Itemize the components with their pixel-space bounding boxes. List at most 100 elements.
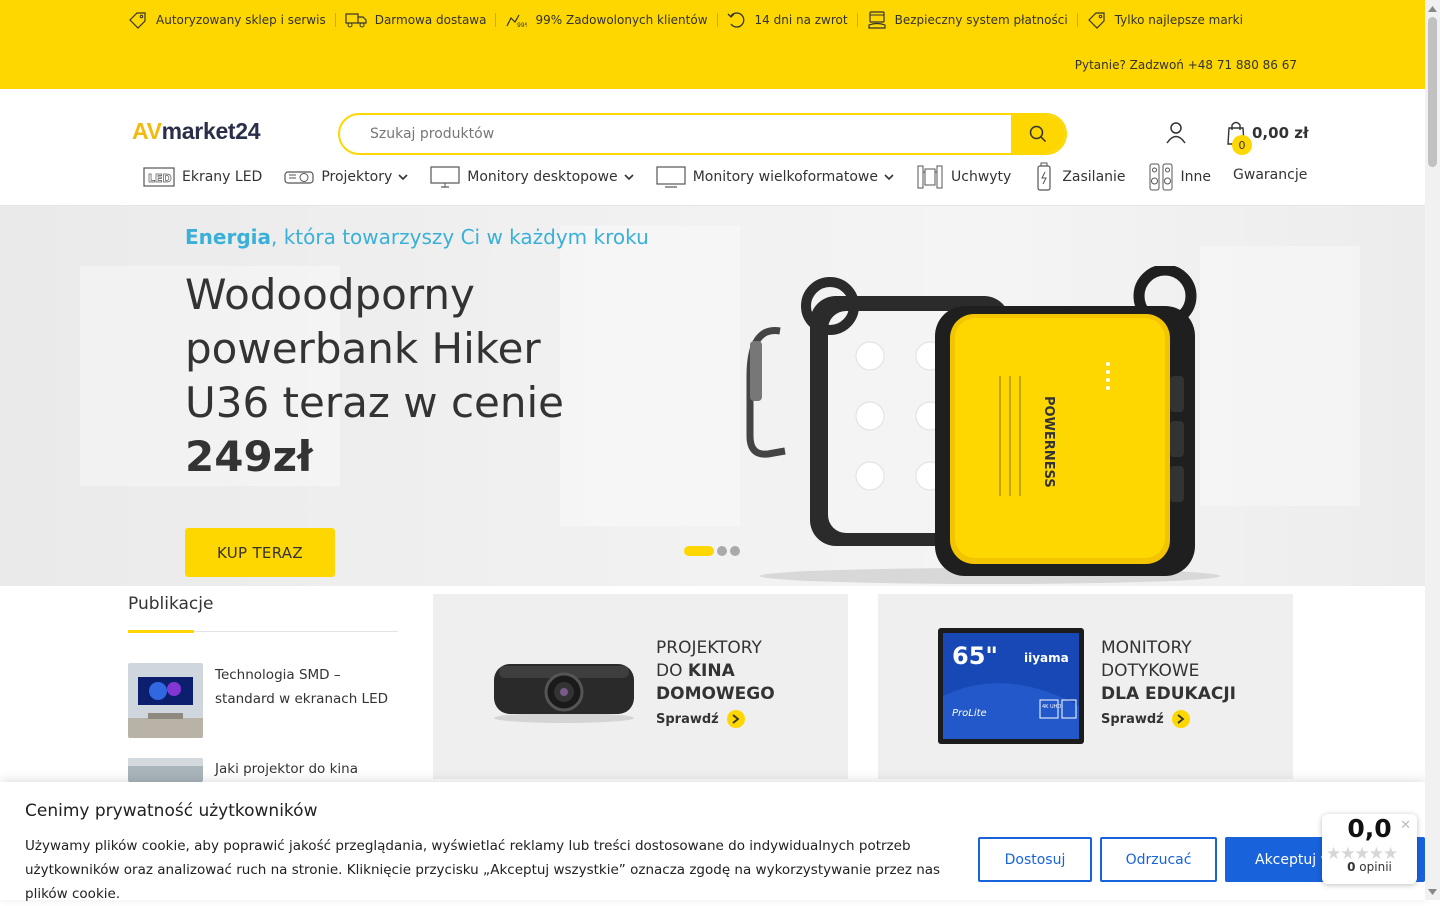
publication-item[interactable]: Technologia SMD – standard w ekranach LE… bbox=[128, 663, 400, 738]
usp-delivery: Darmowa dostawa bbox=[345, 12, 487, 28]
nav-label: Zasilanie bbox=[1062, 169, 1126, 185]
close-icon[interactable]: ✕ bbox=[1400, 818, 1411, 833]
hero-subtitle-rest: , która towarzyszy Ci w każdym kroku bbox=[271, 225, 649, 249]
cart-count-badge: 0 bbox=[1232, 135, 1252, 155]
nav-item-ekrany-led[interactable]: LED Ekrany LED bbox=[143, 166, 262, 188]
nav-item-projektory[interactable]: Projektory bbox=[284, 167, 408, 187]
battery-icon bbox=[1037, 162, 1051, 191]
phone-contact-link[interactable]: Pytanie? Zadzwoń +48 71 880 86 67 bbox=[1075, 58, 1297, 72]
monitor-badge-text: 4K UHD bbox=[1042, 704, 1061, 710]
projector-product-image bbox=[494, 664, 634, 723]
led-icon: LED bbox=[143, 167, 175, 187]
projector-icon bbox=[284, 171, 314, 184]
publication-thumbnail[interactable] bbox=[128, 663, 203, 738]
usp-satisfaction: 99% 99% Zadowolonych klientów bbox=[505, 12, 708, 28]
scroll-down-icon[interactable] bbox=[1427, 886, 1438, 897]
top-info-bar: Autoryzowany sklep i serwis Darmowa dost… bbox=[0, 0, 1425, 89]
logo-av: AV bbox=[132, 118, 162, 144]
mount-icon bbox=[917, 165, 943, 189]
usp-label: 14 dni na zwrot bbox=[754, 13, 848, 27]
card-check-link[interactable]: Sprawdź bbox=[656, 710, 745, 728]
monitor-icon bbox=[430, 166, 460, 188]
hero-subtitle: Energia, która towarzyszy Ci w każdym kr… bbox=[185, 225, 649, 249]
led-wall-image bbox=[128, 663, 203, 738]
scroll-up-icon[interactable] bbox=[1427, 3, 1438, 14]
card-cta-label: Sprawdź bbox=[656, 711, 719, 727]
return-icon bbox=[727, 12, 744, 28]
card-line-2-bold: KINA bbox=[687, 661, 735, 681]
nav-item-monitory-wielkoformatowe[interactable]: Monitory wielkoformatowe bbox=[656, 165, 894, 189]
nav-item-monitory-desktopowe[interactable]: Monitory desktopowe bbox=[430, 165, 634, 189]
search-bar bbox=[338, 113, 1067, 155]
publication-title[interactable]: Jaki projektor do kina bbox=[215, 758, 400, 782]
usp-divider bbox=[856, 13, 858, 27]
nav-label: Inne bbox=[1180, 169, 1212, 185]
category-card-projectors[interactable]: PROJEKTORY DO KINA DOMOWEGO Sprawdź bbox=[433, 594, 848, 779]
arrow-right-icon bbox=[726, 710, 745, 728]
card-heading: MONITORY DOTYKOWE DLA EDUKACJI bbox=[1101, 637, 1236, 706]
speakers-icon bbox=[1149, 163, 1173, 191]
powerbank-brand-text: POWERNESS bbox=[1041, 396, 1056, 488]
cart-total[interactable]: 0,00 zł bbox=[1252, 124, 1309, 142]
slider-dot-1[interactable] bbox=[684, 546, 714, 556]
card-line-2-prefix: DOTYKOWE bbox=[1101, 661, 1200, 681]
cookie-reject-button[interactable]: Odrzucać bbox=[1100, 837, 1217, 882]
scrollbar-thumb[interactable] bbox=[1428, 17, 1437, 167]
tag-icon bbox=[1087, 12, 1105, 29]
nav-label: Projektory bbox=[321, 169, 393, 185]
nav-item-gwarancje[interactable]: Gwarancje bbox=[1233, 167, 1307, 183]
cookie-customize-button[interactable]: Dostosuj bbox=[978, 837, 1092, 882]
cookie-text: Używamy plików cookie, aby poprawić jako… bbox=[25, 838, 941, 902]
svg-text:LED: LED bbox=[148, 172, 172, 185]
search-input[interactable] bbox=[368, 115, 1008, 153]
svg-text:99%: 99% bbox=[517, 22, 527, 28]
buy-now-button[interactable]: KUP TERAZ bbox=[185, 528, 335, 577]
nav-item-inne[interactable]: Inne bbox=[1148, 162, 1212, 192]
usp-return: 14 dni na zwrot bbox=[727, 11, 848, 29]
usp-label: Darmowa dostawa bbox=[374, 13, 487, 27]
hero-subtitle-strong: Energia bbox=[185, 225, 271, 249]
nav-label: Monitory wielkoformatowe bbox=[692, 169, 878, 185]
nav-label: Uchwyty bbox=[951, 169, 1012, 185]
site-logo[interactable]: AVmarket24 bbox=[132, 118, 261, 145]
usp-row: Autoryzowany sklep i serwis Darmowa dost… bbox=[128, 9, 1243, 31]
nav-item-zasilanie[interactable]: Zasilanie bbox=[1033, 162, 1126, 192]
touch-monitor-product-image: 65" iiyama ProLite 4K UHD bbox=[938, 628, 1084, 744]
card-line-1: PROJEKTORY bbox=[656, 638, 762, 658]
publication-item[interactable]: Jaki projektor do kina bbox=[128, 758, 400, 782]
usp-brands: Tylko najlepsze marki bbox=[1087, 11, 1243, 29]
nav-item-uchwyty[interactable]: Uchwyty bbox=[916, 162, 1011, 192]
usp-divider bbox=[495, 13, 497, 27]
publication-title[interactable]: Technologia SMD – standard w ekranach LE… bbox=[215, 663, 400, 738]
search-icon bbox=[1029, 125, 1047, 143]
chevron-down-icon bbox=[398, 173, 408, 180]
usp-label: 99% Zadowolonych klientów bbox=[535, 13, 708, 27]
card-line-3: DLA EDUKACJI bbox=[1101, 684, 1237, 704]
satisfaction-icon: 99% bbox=[506, 14, 527, 28]
monitor-model-text: ProLite bbox=[952, 708, 987, 719]
search-button[interactable] bbox=[1011, 115, 1065, 153]
monitor-size-text: 65" bbox=[952, 642, 998, 670]
account-button[interactable] bbox=[1165, 121, 1187, 149]
slider-dot-3[interactable] bbox=[730, 546, 740, 556]
hero-title: Wodoodporny powerbank Hiker U36 teraz w … bbox=[185, 268, 605, 484]
usp-divider bbox=[1076, 13, 1078, 27]
card-line-2-prefix: DO bbox=[656, 661, 688, 681]
powerbank-product-image: POWERNESS bbox=[746, 266, 1220, 584]
hero-price: 249zł bbox=[185, 432, 313, 481]
publication-thumbnail[interactable] bbox=[128, 758, 203, 782]
publications-accent-line bbox=[128, 630, 194, 633]
reviews-widget[interactable]: 0,0 ✕ ★★★★★ 0 opinii bbox=[1322, 814, 1417, 884]
secure-payment-icon bbox=[867, 11, 886, 29]
card-line-1: MONITORY bbox=[1101, 638, 1192, 658]
hero-title-text: Wodoodporny powerbank Hiker U36 teraz w … bbox=[185, 270, 565, 427]
slider-dots bbox=[684, 546, 743, 556]
nav-label: Gwarancje bbox=[1233, 167, 1308, 183]
card-check-link[interactable]: Sprawdź bbox=[1101, 710, 1190, 728]
main-nav: LED Ekrany LED Projektory Monitory deskt… bbox=[143, 160, 1329, 194]
rating-count-number: 0 bbox=[1347, 860, 1356, 874]
category-card-touch-monitors[interactable]: 65" iiyama ProLite 4K UHD MONITORY DOTYK… bbox=[878, 594, 1293, 779]
slider-dot-2[interactable] bbox=[717, 546, 727, 556]
usp-authorized: Autoryzowany sklep i serwis bbox=[128, 11, 326, 29]
usp-label: Bezpieczny system płatności bbox=[894, 13, 1068, 27]
